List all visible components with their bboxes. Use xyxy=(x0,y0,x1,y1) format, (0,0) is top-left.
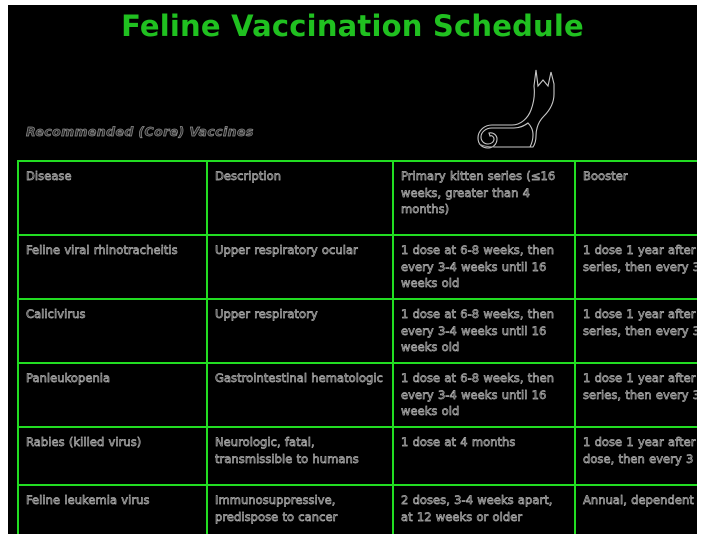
cell-description: Upper respiratory ocular xyxy=(206,234,394,300)
column-header-primary-series: Primary kitten series (≤16 weeks, greate… xyxy=(392,160,576,236)
cell-description: Neurologic, fatal, transmissible to huma… xyxy=(206,426,394,486)
cell-booster: 1 dose 1 year after primary series, then… xyxy=(574,362,697,428)
cell-booster: 1 dose 1 year after primary series, then… xyxy=(574,234,697,300)
cell-description: Gastrointestinal hematologic xyxy=(206,362,394,428)
cell-disease: Feline leukemia virus xyxy=(17,484,208,534)
cell-disease: Panleukopenia xyxy=(17,362,208,428)
column-header-booster: Booster xyxy=(574,160,697,236)
table-row: Calicivirus Upper respiratory 1 dose at … xyxy=(17,298,697,364)
presentation-slide: Feline Vaccination Schedule Recommended … xyxy=(8,5,697,534)
column-header-description: Description xyxy=(206,160,394,236)
page-title: Feline Vaccination Schedule xyxy=(121,9,584,43)
vaccination-schedule-table: Disease Description Primary kitten serie… xyxy=(17,160,697,534)
cell-description: Immunosuppressive, predispose to cancer xyxy=(206,484,394,534)
cell-disease: Rabies (killed virus) xyxy=(17,426,208,486)
cell-primary-series: 1 dose at 6-8 weeks, then every 3-4 week… xyxy=(392,362,576,428)
cell-booster: Annual, dependent on risk xyxy=(574,484,697,534)
table-row: Feline viral rhinotracheitis Upper respi… xyxy=(17,234,697,300)
cell-disease: Calicivirus xyxy=(17,298,208,364)
cell-primary-series: 1 dose at 6-8 weeks, then every 3-4 week… xyxy=(392,234,576,300)
cell-primary-series: 2 doses, 3-4 weeks apart, at 12 weeks or… xyxy=(392,484,576,534)
cell-primary-series: 1 dose at 6-8 weeks, then every 3-4 week… xyxy=(392,298,576,364)
table-row: Feline leukemia virus Immunosuppressive,… xyxy=(17,484,697,534)
cell-booster: 1 dose 1 year after first dose, then eve… xyxy=(574,426,697,486)
cell-description: Upper respiratory xyxy=(206,298,394,364)
cell-booster: 1 dose 1 year after primary series, then… xyxy=(574,298,697,364)
cell-disease: Feline viral rhinotracheitis xyxy=(17,234,208,300)
cat-silhouette-icon xyxy=(464,60,576,156)
column-header-disease: Disease xyxy=(17,160,208,236)
table-header-row: Disease Description Primary kitten serie… xyxy=(17,160,697,236)
section-subtitle: Recommended (Core) Vaccines xyxy=(26,124,254,140)
cell-primary-series: 1 dose at 4 months xyxy=(392,426,576,486)
table-row: Rabies (killed virus) Neurologic, fatal,… xyxy=(17,426,697,486)
table-row: Panleukopenia Gastrointestinal hematolog… xyxy=(17,362,697,428)
